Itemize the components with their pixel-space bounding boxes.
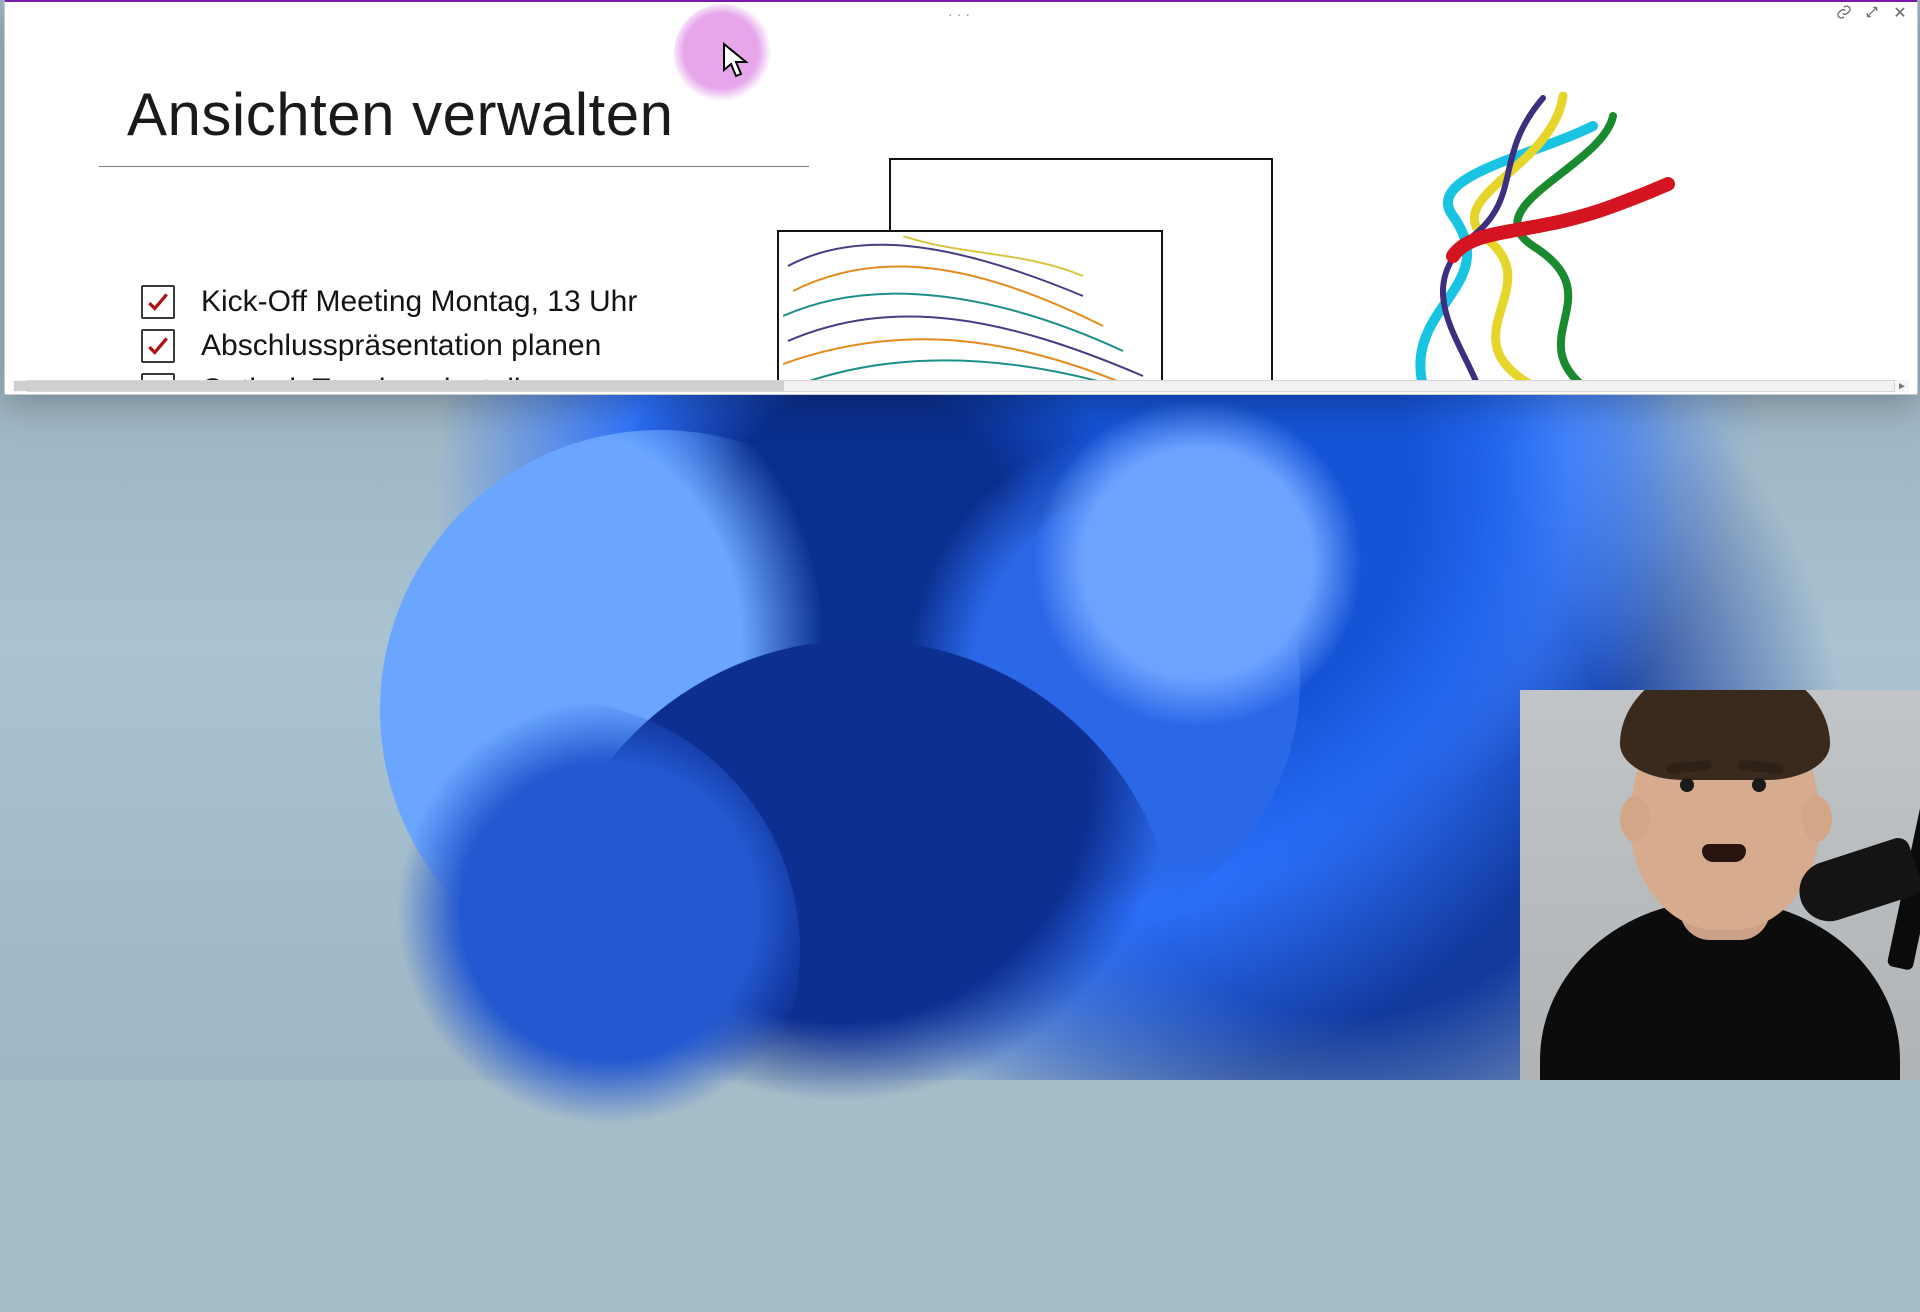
expand-icon: [1865, 6, 1879, 22]
title-underline: [99, 166, 809, 167]
onenote-quicknote-window[interactable]: ··· ✕ Ansichten verwalten: [4, 0, 1918, 395]
page-title[interactable]: Ansichten verwalten: [127, 80, 673, 149]
presenter-eye: [1680, 778, 1694, 792]
checklist-item-label: Abschlusspräsentation planen: [201, 329, 601, 363]
expand-button[interactable]: [1859, 4, 1885, 24]
checklist-item[interactable]: Kick-Off Meeting Montag, 13 Uhr: [141, 280, 637, 324]
checklist: Kick-Off Meeting Montag, 13 Uhr Abschlus…: [141, 280, 637, 382]
horizontal-scrollbar[interactable]: ◄ ►: [13, 380, 1909, 392]
presenter-ear: [1620, 796, 1650, 842]
checkbox-icon[interactable]: [141, 285, 175, 319]
scrollbar-thumb[interactable]: [14, 381, 784, 391]
close-button[interactable]: ✕: [1887, 4, 1913, 24]
presenter-eye: [1752, 778, 1766, 792]
scroll-right-icon[interactable]: ►: [1894, 380, 1909, 392]
note-canvas[interactable]: Ansichten verwalten Kick-Off Meeting Mon…: [13, 22, 1909, 382]
goto-page-button[interactable]: [1831, 4, 1857, 24]
presenter-mouth: [1702, 844, 1746, 862]
ink-ribbons: [1383, 86, 1683, 382]
webcam-overlay: [1520, 690, 1920, 1080]
close-icon: ✕: [1893, 5, 1906, 22]
checklist-item-label: Kick-Off Meeting Montag, 13 Uhr: [201, 285, 637, 319]
ink-frame-front[interactable]: [777, 230, 1163, 382]
drag-handle-icon[interactable]: ···: [948, 6, 974, 22]
presenter-hair: [1620, 690, 1830, 780]
window-titlebar[interactable]: ··· ✕: [5, 2, 1917, 22]
presenter-ear: [1802, 796, 1832, 842]
checklist-item[interactable]: Abschlusspräsentation planen: [141, 324, 637, 368]
checkbox-icon[interactable]: [141, 329, 175, 363]
